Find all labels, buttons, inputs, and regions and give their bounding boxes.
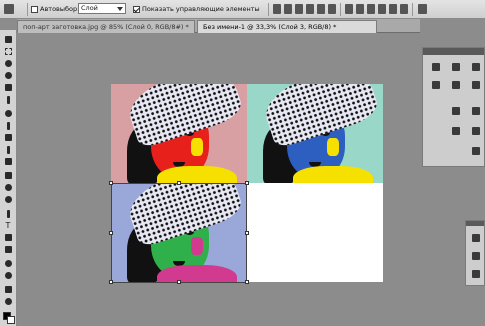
3d-rotate-tool-icon[interactable] [2, 258, 14, 269]
align-bottom-icon[interactable] [295, 4, 303, 14]
distribute-hcenter-icon[interactable] [389, 4, 397, 14]
tab-document-2[interactable]: Без имени-1 @ 33,3% (Слой 3, RGB/8) * [197, 20, 377, 33]
transform-handle[interactable] [245, 181, 249, 185]
marquee-tool-icon[interactable] [2, 46, 14, 57]
3d-orbit-tool-icon[interactable] [2, 270, 14, 281]
distribute-vcenter-icon[interactable] [356, 4, 364, 14]
empty-quadrant [247, 183, 383, 282]
stamp-tool-icon[interactable] [2, 132, 14, 143]
3d-icon[interactable] [469, 231, 482, 244]
lasso-tool-icon[interactable] [2, 58, 14, 69]
separator [340, 3, 341, 16]
align-right-icon[interactable] [328, 4, 336, 14]
paragraph-icon[interactable] [449, 124, 462, 137]
document-tabs: поп-арт заготовка.jpg @ 85% (Слой 0, RGB… [17, 19, 420, 33]
crop-tool-icon[interactable] [2, 82, 14, 93]
channels-icon[interactable] [449, 60, 462, 73]
show-controls-label: Показать управляющие элементы [142, 5, 260, 13]
dock-title-bar[interactable] [423, 48, 484, 55]
type-tool-icon[interactable]: T [2, 220, 14, 231]
show-controls-checkbox[interactable]: Показать управляющие элементы [133, 3, 260, 15]
adjustments-icon[interactable] [429, 78, 442, 91]
blur-tool-icon[interactable] [2, 182, 14, 193]
path-select-tool-icon[interactable] [2, 232, 14, 243]
checkbox-icon[interactable] [31, 5, 38, 13]
transform-handle[interactable] [109, 231, 113, 235]
distribute-bottom-icon[interactable] [367, 4, 375, 14]
styles-icon[interactable] [469, 144, 482, 157]
highlight-shape [327, 138, 339, 156]
align-top-icon[interactable] [273, 4, 281, 14]
layers-icon[interactable] [429, 60, 442, 73]
transform-bounding-box[interactable] [111, 183, 247, 283]
separator [268, 3, 269, 16]
shirt-shape [157, 166, 237, 183]
zoom-tool-icon[interactable] [2, 296, 14, 307]
panel-dock-secondary [465, 220, 485, 286]
tab-document-1[interactable]: поп-арт заготовка.jpg @ 85% (Слой 0, RGB… [17, 20, 195, 33]
eyedropper-tool-icon[interactable] [2, 94, 14, 105]
auto-select-label: Автовыбор: [40, 5, 80, 13]
auto-select-dropdown[interactable]: Слой [78, 3, 126, 14]
auto-align-icon[interactable] [418, 4, 427, 14]
swatches-icon[interactable] [469, 60, 482, 73]
popart-image-1 [111, 84, 247, 183]
healing-tool-icon[interactable] [2, 108, 14, 119]
brushes-icon[interactable] [469, 249, 482, 262]
dock-title-bar[interactable] [466, 221, 484, 226]
panel-dock [422, 47, 485, 167]
transform-handle[interactable] [245, 231, 249, 235]
document-canvas[interactable] [109, 84, 383, 284]
character-icon[interactable] [449, 104, 462, 117]
options-bar: Автовыбор: Слой Показать управляющие эле… [0, 0, 485, 19]
hand-tool-icon[interactable] [2, 284, 14, 295]
background-color-swatch[interactable] [7, 316, 15, 324]
transform-handle[interactable] [177, 280, 181, 284]
checkbox-checked-icon[interactable] [133, 5, 140, 13]
clone-source-icon[interactable] [469, 267, 482, 280]
distribute-left-icon[interactable] [378, 4, 386, 14]
align-hcenter-icon[interactable] [317, 4, 325, 14]
quick-select-tool-icon[interactable] [2, 70, 14, 81]
auto-select-checkbox[interactable]: Автовыбор: [31, 3, 79, 15]
transform-handle[interactable] [109, 280, 113, 284]
gradient-tool-icon[interactable] [2, 170, 14, 181]
transform-handle[interactable] [177, 181, 181, 185]
align-left-icon[interactable] [306, 4, 314, 14]
transform-handle[interactable] [109, 181, 113, 185]
dodge-tool-icon[interactable] [2, 194, 14, 205]
align-vcenter-icon[interactable] [284, 4, 292, 14]
shape-tool-icon[interactable] [2, 244, 14, 255]
info-icon[interactable] [469, 104, 482, 117]
brush-tool-icon[interactable] [2, 120, 14, 131]
navigator-icon[interactable] [449, 78, 462, 91]
transform-handle[interactable] [245, 280, 249, 284]
move-tool-icon[interactable] [4, 4, 14, 14]
shirt-shape [293, 166, 373, 183]
separator [412, 3, 413, 16]
popart-image-2 [247, 84, 383, 183]
masks-icon[interactable] [469, 124, 482, 137]
history-brush-tool-icon[interactable] [2, 144, 14, 155]
pen-tool-icon[interactable] [2, 208, 14, 219]
separator [27, 3, 28, 16]
tools-panel: T [0, 30, 17, 326]
distribute-right-icon[interactable] [400, 4, 408, 14]
move-tool-icon[interactable] [2, 34, 14, 45]
eraser-tool-icon[interactable] [2, 156, 14, 167]
histogram-icon[interactable] [469, 78, 482, 91]
highlight-shape [191, 138, 203, 156]
distribute-top-icon[interactable] [345, 4, 353, 14]
